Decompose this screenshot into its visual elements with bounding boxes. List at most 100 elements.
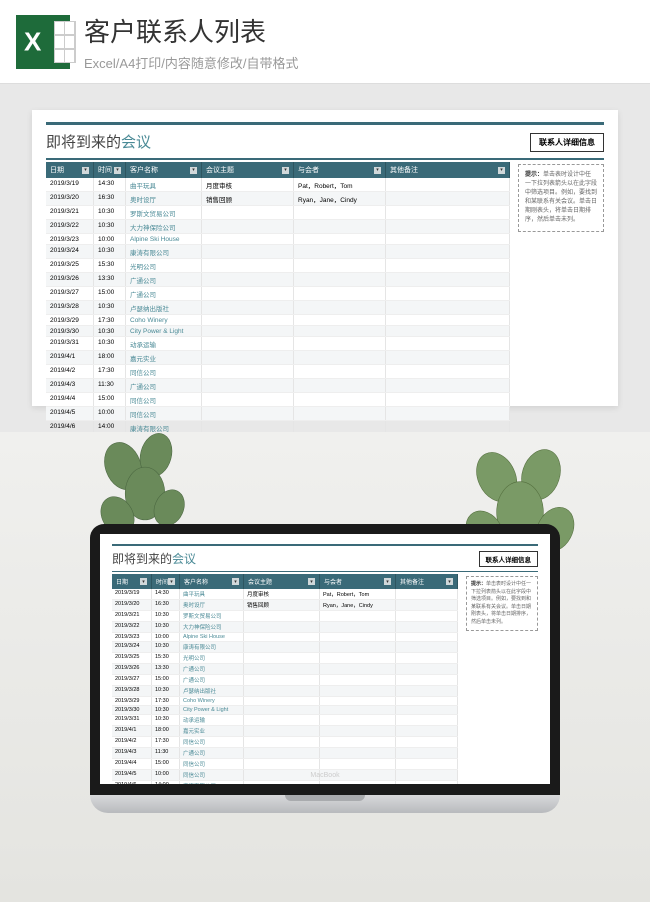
cell	[396, 781, 458, 784]
dropdown-arrow-icon[interactable]: ▾	[114, 167, 121, 174]
table-row[interactable]: 2019/3/2210:30大力神保险公司	[46, 220, 510, 234]
cell	[386, 326, 510, 336]
cell	[386, 206, 510, 219]
column-header[interactable]: 时间▾	[94, 162, 126, 178]
table-row[interactable]: 2019/3/2810:30卢瑟纳出版社	[112, 686, 458, 697]
dropdown-arrow-icon[interactable]: ▾	[82, 167, 89, 174]
cell	[294, 407, 386, 420]
cell	[320, 633, 396, 641]
cell: 2019/3/23	[112, 633, 152, 641]
column-label: 客户名称	[184, 577, 208, 586]
dropdown-arrow-icon[interactable]: ▾	[446, 578, 453, 585]
table-row[interactable]: 2019/3/2917:30Coho Winery	[112, 697, 458, 706]
table-row[interactable]: 2019/3/3110:30动承运输	[46, 337, 510, 351]
column-header[interactable]: 会议主题▾	[244, 574, 320, 589]
column-header[interactable]: 客户名称 ▾	[180, 574, 244, 589]
table-row[interactable]: 2019/3/3010:30City Power & Light	[46, 326, 510, 337]
table-row[interactable]: 2019/3/2613:30广通公司	[112, 664, 458, 675]
column-header[interactable]: 会议主题▾	[202, 162, 294, 178]
column-header[interactable]: 与会者▾	[320, 574, 396, 589]
table-row[interactable]: 2019/4/217:30同信公司	[46, 365, 510, 379]
column-header[interactable]: 日期▾	[46, 162, 94, 178]
table-row[interactable]: 2019/4/510:00同信公司	[46, 407, 510, 421]
table-row[interactable]: 2019/3/2515:30光明公司	[46, 259, 510, 273]
cell: 2019/3/20	[46, 192, 94, 205]
table-row[interactable]: 2019/3/1914:30曲平玩具月度审核Pat，Robert，Tom	[46, 178, 510, 192]
cell: 16:30	[94, 192, 126, 205]
table-row[interactable]: 2019/3/2613:30广通公司	[46, 273, 510, 287]
cell: 动承运输	[180, 715, 244, 725]
dropdown-arrow-icon[interactable]: ▾	[308, 578, 315, 585]
cell: 15:00	[94, 393, 126, 406]
table-row[interactable]: 2019/3/2515:30光明公司	[112, 653, 458, 664]
table-row[interactable]: 2019/3/2210:30大力神保险公司	[112, 622, 458, 633]
tip-body: 单击表时设计中任一下拉列表箭头以在此字段中筛选项目。例如，要找到和某联系有关会议…	[471, 581, 531, 625]
cell	[202, 220, 294, 233]
cell	[396, 737, 458, 747]
cell	[320, 759, 396, 769]
table-row[interactable]: 2019/3/2715:00广通公司	[46, 287, 510, 301]
column-headers: 日期▾时间▾客户名称▾会议主题▾与会者▾ 其他备注 ▾	[46, 162, 510, 178]
cell: 17:30	[94, 365, 126, 378]
column-header[interactable]: 日期▾	[112, 574, 152, 589]
table-row[interactable]: 2019/3/2410:30康涛有限公司	[46, 245, 510, 259]
table-row[interactable]: 2019/3/2016:30奥时设厅销售回顾Ryan，Jane，Cindy	[112, 600, 458, 611]
table-row[interactable]: 2019/3/2310:00Alpine Ski House	[46, 234, 510, 245]
column-header[interactable]: 其他备注 ▾	[386, 162, 510, 178]
column-header[interactable]: 其他备注▾	[396, 574, 458, 589]
contact-details-button[interactable]: 联系人详细信息	[479, 551, 539, 567]
column-header[interactable]: 与会者▾	[294, 162, 386, 178]
column-label: 时间	[156, 577, 168, 586]
table-row[interactable]: 2019/4/415:00同信公司	[46, 393, 510, 407]
table-row[interactable]: 2019/4/614:00康涛有限公司	[112, 781, 458, 784]
cell	[202, 259, 294, 272]
table-row[interactable]: 2019/4/415:00同信公司	[112, 759, 458, 770]
dropdown-arrow-icon[interactable]: ▾	[232, 578, 239, 585]
table-row[interactable]: 2019/4/510:00同信公司	[112, 770, 458, 781]
cell	[320, 622, 396, 632]
table-row[interactable]: 2019/3/2016:30奥时设厅销售回顾Ryan，Jane，Cindy	[46, 192, 510, 206]
table-row[interactable]: 2019/3/3010:30City Power & Light	[112, 706, 458, 715]
table-row[interactable]: 2019/3/3110:30动承运输	[112, 715, 458, 726]
dropdown-arrow-icon[interactable]: ▾	[498, 167, 505, 174]
cell: 10:30	[152, 715, 180, 725]
dropdown-arrow-icon[interactable]: ▾	[190, 167, 197, 174]
sheet-title: 即将到来的会议	[112, 550, 196, 567]
table-row[interactable]: 2019/3/2310:00Alpine Ski House	[112, 633, 458, 642]
column-header[interactable]: 客户名称▾	[126, 162, 202, 178]
laptop-bezel: 即将到来的会议 联系人详细信息 日期▾时间▾客户名称▾会议主题▾与会者▾其他备注…	[90, 524, 560, 795]
table-row[interactable]: 2019/4/311:30广通公司	[46, 379, 510, 393]
cell: 11:30	[152, 748, 180, 758]
cell: 17:30	[152, 737, 180, 747]
column-label: 其他备注	[390, 165, 418, 175]
cell: Alpine Ski House	[126, 234, 202, 244]
cell: 10:30	[94, 220, 126, 233]
cell	[294, 315, 386, 325]
dropdown-arrow-icon[interactable]: ▾	[168, 578, 175, 585]
table-row[interactable]: 2019/3/2917:30Coho Winery	[46, 315, 510, 326]
table-row[interactable]: 2019/3/2715:00广通公司	[112, 675, 458, 686]
table-row[interactable]: 2019/3/2810:30卢瑟纳出版社	[46, 301, 510, 315]
cell: 曲平玩具	[126, 178, 202, 191]
contact-details-button[interactable]: 联系人详细信息	[530, 133, 604, 152]
cell	[396, 633, 458, 641]
cell: 2019/4/4	[46, 393, 94, 406]
table-row[interactable]: 2019/3/1914:30曲平玩具月度审核Pat，Robert，Tom	[112, 589, 458, 600]
table-row[interactable]: 2019/3/2110:30罗斯文贸易公司	[112, 611, 458, 622]
table-row[interactable]: 2019/4/118:00嘉元实业	[112, 726, 458, 737]
cell: 2019/3/31	[46, 337, 94, 350]
dropdown-arrow-icon[interactable]: ▾	[282, 167, 289, 174]
table-row[interactable]: 2019/4/217:30同信公司	[112, 737, 458, 748]
cell: 10:30	[94, 337, 126, 350]
table-row[interactable]: 2019/4/311:30广通公司	[112, 748, 458, 759]
table-row[interactable]: 2019/3/2110:30罗斯文贸易公司	[46, 206, 510, 220]
cell: 大力神保险公司	[126, 220, 202, 233]
dropdown-arrow-icon[interactable]: ▾	[140, 578, 147, 585]
dropdown-arrow-icon[interactable]: ▾	[374, 167, 381, 174]
column-header[interactable]: 时间▾	[152, 574, 180, 589]
dropdown-arrow-icon[interactable]: ▾	[384, 578, 391, 585]
cell	[294, 351, 386, 364]
table-row[interactable]: 2019/4/118:00嘉元实业	[46, 351, 510, 365]
cell	[386, 407, 510, 420]
table-row[interactable]: 2019/3/2410:30康涛有限公司	[112, 642, 458, 653]
